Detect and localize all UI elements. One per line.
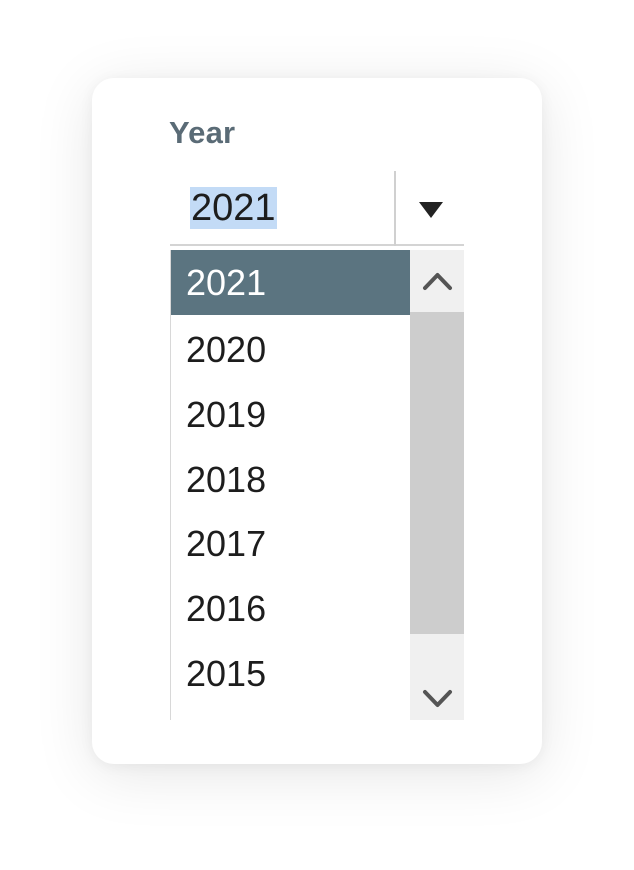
- year-option[interactable]: 2016: [171, 576, 410, 641]
- year-options-list[interactable]: 2021 2020 2019 2018 2017 2016 2015: [170, 250, 464, 720]
- year-option[interactable]: 2018: [171, 447, 410, 512]
- year-select[interactable]: 2021: [170, 171, 464, 246]
- year-option[interactable]: 2020: [171, 317, 410, 382]
- caret-down-icon: [419, 202, 443, 218]
- year-option[interactable]: 2017: [171, 511, 410, 576]
- scroll-down-button[interactable]: [410, 668, 464, 720]
- year-option[interactable]: 2015: [171, 641, 410, 706]
- year-option[interactable]: 2019: [171, 382, 410, 447]
- year-option[interactable]: 2021: [171, 250, 410, 315]
- options-scrollbar[interactable]: [410, 250, 464, 720]
- chevron-up-icon: [423, 273, 452, 290]
- year-field-label: Year: [169, 115, 236, 150]
- chevron-down-icon: [423, 690, 452, 707]
- scroll-up-button[interactable]: [410, 250, 464, 310]
- year-select-value[interactable]: 2021: [190, 187, 277, 229]
- dropdown-toggle-button[interactable]: [396, 171, 464, 246]
- selected-year-text: 2021: [190, 187, 277, 229]
- scrollbar-thumb[interactable]: [410, 312, 464, 634]
